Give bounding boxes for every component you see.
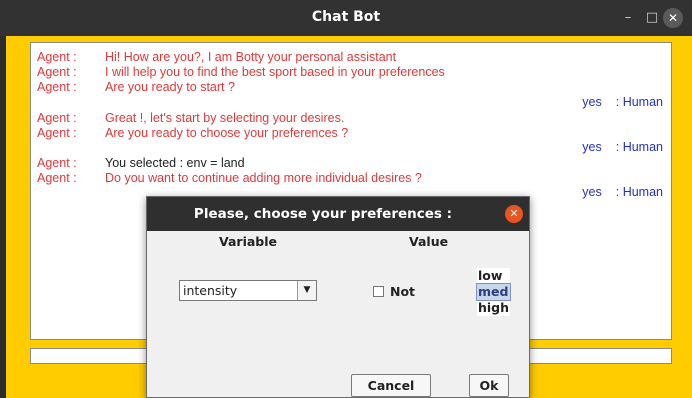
maximize-icon[interactable]: □ — [642, 8, 662, 28]
human-response-text: yes — [582, 140, 602, 154]
human-response-text: yes — [582, 95, 602, 109]
human-label: : Human — [615, 140, 663, 154]
not-checkbox[interactable] — [373, 286, 384, 297]
human-response: yes : Human — [582, 95, 663, 109]
agent-message: Great !, let's start by selecting your d… — [105, 111, 345, 125]
agent-label: Agent : — [37, 111, 77, 125]
window-close-icon[interactable]: ✕ — [663, 8, 683, 28]
agent-message: Are you ready to choose your preferences… — [105, 126, 349, 140]
level-option-high[interactable]: high — [477, 300, 510, 316]
agent-label: Agent : — [37, 126, 77, 140]
not-label: Not — [390, 284, 416, 299]
value-header: Value — [409, 234, 449, 249]
human-response-text: yes — [582, 185, 602, 199]
agent-message: Hi! How are you?, I am Botty your person… — [105, 50, 397, 64]
chevron-down-icon[interactable]: ▼ — [297, 281, 316, 300]
level-option-med[interactable]: med — [476, 283, 511, 301]
variable-select[interactable]: intensity ▼ — [179, 280, 317, 301]
cancel-button[interactable]: Cancel — [351, 374, 431, 397]
agent-label: Agent : — [37, 156, 77, 170]
human-label: : Human — [615, 185, 663, 199]
level-option-low[interactable]: low — [477, 268, 510, 284]
window-titlebar: Chat Bot – □ ✕ — [0, 0, 692, 36]
window-title: Chat Bot — [311, 9, 381, 25]
agent-message: I will help you to find the best sport b… — [105, 65, 445, 79]
variable-header: Variable — [219, 234, 278, 249]
agent-label: Agent : — [37, 80, 77, 94]
agent-message: Do you want to continue adding more indi… — [105, 171, 422, 185]
preferences-dialog: Please, choose your preferences : ✕ Vari… — [146, 196, 530, 398]
human-response: yes : Human — [582, 140, 663, 154]
variable-select-value: intensity — [183, 283, 238, 298]
level-list[interactable]: low med high — [476, 268, 511, 316]
human-response: yes : Human — [582, 185, 663, 199]
agent-label: Agent : — [37, 171, 77, 185]
minimize-icon[interactable]: – — [618, 8, 638, 28]
dialog-titlebar: Please, choose your preferences : ✕ — [147, 197, 529, 231]
dialog-title: Please, choose your preferences : — [193, 206, 453, 222]
human-label: : Human — [615, 95, 663, 109]
agent-label: Agent : — [37, 50, 77, 64]
dialog-close-icon[interactable]: ✕ — [505, 205, 523, 223]
agent-message: You selected : env = land — [105, 156, 245, 170]
agent-message: Are you ready to start ? — [105, 80, 235, 94]
ok-button[interactable]: Ok — [469, 374, 509, 397]
agent-label: Agent : — [37, 65, 77, 79]
